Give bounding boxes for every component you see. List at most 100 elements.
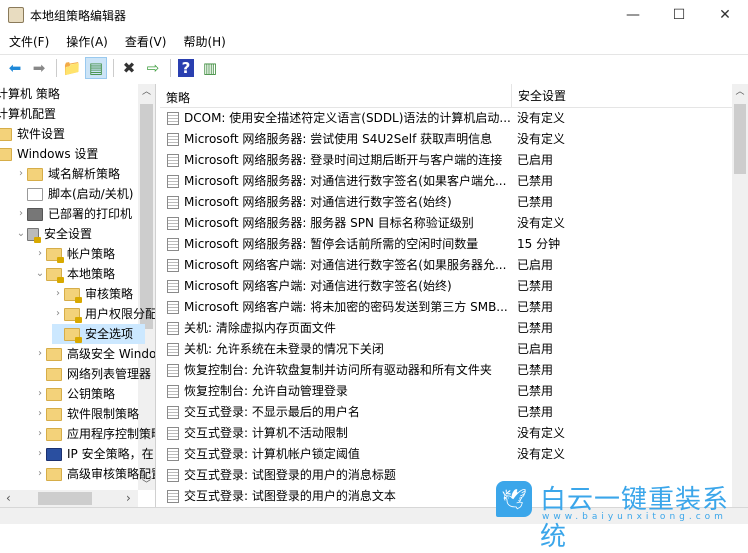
table-row[interactable]: Microsoft 网络客户端: 对通信进行数字签名(始终) 已禁用 <box>160 276 732 297</box>
tree-item[interactable]: › 应用程序控制策略 <box>34 424 155 444</box>
chevron-right-icon[interactable]: › <box>34 244 46 264</box>
list-vertical-scrollbar[interactable]: ︿ <box>732 84 748 507</box>
tree-item[interactable]: 软件设置 <box>0 124 65 144</box>
policy-name: Microsoft 网络服务器: 对通信进行数字签名(如果客户端允... <box>184 174 507 188</box>
tree-item-label: 计算机配置 <box>0 107 57 121</box>
tree-item[interactable]: › 审核策略 <box>52 284 133 304</box>
maximize-button[interactable]: ☐ <box>656 0 702 30</box>
tree-item[interactable]: 脚本(启动/关机) <box>15 184 133 204</box>
folder-icon <box>46 467 62 481</box>
chevron-right-icon[interactable]: › <box>15 204 27 224</box>
close-button[interactable]: ✕ <box>702 0 748 30</box>
table-row[interactable]: DCOM: 使用安全描述符定义语言(SDDL)语法的计算机启动... 没有定义 <box>160 108 732 129</box>
policy-setting: 已禁用 <box>517 174 554 188</box>
table-row[interactable]: Microsoft 网络服务器: 登录时间过期后断开与客户端的连接 已启用 <box>160 150 732 171</box>
menu-help[interactable]: 帮助(H) <box>174 32 233 52</box>
table-row[interactable]: 交互式登录: 计算机帐户锁定阈值 没有定义 <box>160 444 732 465</box>
tree-item[interactable]: › 已部署的打印机 <box>15 204 132 224</box>
folder-icon <box>27 167 43 181</box>
watermark-url: www.baiyunxitong.com <box>542 512 727 522</box>
table-row[interactable]: Microsoft 网络服务器: 对通信进行数字签名(如果客户端允... 已禁用 <box>160 171 732 192</box>
window-title: 本地组策略编辑器 <box>30 8 127 23</box>
chevron-down-icon[interactable]: ⌄ <box>34 264 46 284</box>
table-row[interactable]: 关机: 清除虚拟内存页面文件 已禁用 <box>160 318 732 339</box>
back-arrow-icon: ⬅ <box>8 58 22 77</box>
tree-item-label: 软件限制策略 <box>67 407 140 421</box>
table-row[interactable]: 恢复控制台: 允许软盘复制并访问所有驱动器和所有文件夹 已禁用 <box>160 360 732 381</box>
tree-item[interactable]: › 高级审核策略配置 <box>34 464 155 484</box>
tree-item[interactable]: › 高级安全 Windows <box>34 344 156 364</box>
forward-arrow-button[interactable]: ➡ <box>28 57 50 79</box>
table-row[interactable]: 交互式登录: 不显示最后的用户名 已禁用 <box>160 402 732 423</box>
table-row[interactable]: Microsoft 网络服务器: 服务器 SPN 目标名称验证级别 没有定义 <box>160 213 732 234</box>
column-header-policy[interactable]: 策略 <box>166 89 190 106</box>
chevron-down-icon[interactable]: ⌄ <box>15 224 27 244</box>
tree-item[interactable]: 计算机 策略 <box>0 84 60 104</box>
tree-item[interactable]: › 帐户策略 <box>34 244 115 264</box>
tree-item[interactable]: Windows 设置 <box>0 144 98 164</box>
show-hide-tree-button[interactable]: ▤ <box>85 56 107 79</box>
table-row[interactable]: 交互式登录: 计算机不活动限制 没有定义 <box>160 423 732 444</box>
column-header-setting[interactable]: 安全设置 <box>511 84 566 108</box>
tree-item[interactable]: 安全选项 <box>52 324 146 344</box>
tree-item[interactable]: › 用户权限分配 <box>52 304 155 324</box>
folder-icon <box>46 367 62 381</box>
list-scroll-thumb[interactable] <box>734 104 746 174</box>
table-row[interactable]: Microsoft 网络服务器: 对通信进行数字签名(始终) 已禁用 <box>160 192 732 213</box>
export-list-button[interactable]: ⇨ <box>142 57 164 79</box>
lockfolder-icon <box>46 267 64 283</box>
chevron-right-icon[interactable]: › <box>34 464 46 484</box>
table-row[interactable]: Microsoft 网络客户端: 将未加密的密码发送到第三方 SMB... 已禁用 <box>160 297 732 318</box>
chevron-right-icon[interactable]: › <box>34 444 46 464</box>
chevron-right-icon[interactable]: › <box>15 164 27 184</box>
table-row[interactable]: Microsoft 网络服务器: 尝试使用 S4U2Self 获取声明信息 没有定… <box>160 129 732 150</box>
tree-item[interactable]: › 软件限制策略 <box>34 404 139 424</box>
delete-button[interactable]: ✖ <box>118 57 140 79</box>
minimize-button[interactable]: — <box>610 0 656 30</box>
tree-item[interactable]: 网络列表管理器 <box>34 364 151 384</box>
scroll-left-arrow-icon[interactable]: ‹ <box>6 491 11 505</box>
help-button[interactable]: ? <box>175 57 197 79</box>
menu-action[interactable]: 操作(A) <box>57 32 116 52</box>
forward-arrow-icon: ➡ <box>32 58 46 77</box>
policy-setting: 已禁用 <box>517 195 554 209</box>
policy-icon <box>167 427 179 440</box>
tree-scroll-thumb[interactable] <box>140 104 153 329</box>
chevron-right-icon[interactable]: › <box>34 384 46 404</box>
scroll-up-arrow-icon[interactable]: ︿ <box>138 84 155 97</box>
up-folder-button[interactable]: 📁 <box>61 57 83 79</box>
policy-setting: 已禁用 <box>517 384 554 398</box>
chevron-right-icon[interactable]: › <box>52 284 64 304</box>
tree-item[interactable]: 计算机配置 <box>0 104 56 124</box>
table-row[interactable]: Microsoft 网络客户端: 对通信进行数字签名(如果服务器允... 已启用 <box>160 255 732 276</box>
chevron-right-icon[interactable]: › <box>34 344 46 364</box>
chevron-right-icon[interactable]: › <box>34 424 46 444</box>
policy-setting: 已启用 <box>517 342 554 356</box>
action-pane-button[interactable]: ▥ <box>199 57 221 79</box>
scroll-right-arrow-icon[interactable]: › <box>126 491 131 505</box>
tree-item[interactable]: › IP 安全策略，在 <box>34 444 154 464</box>
chevron-right-icon[interactable]: › <box>52 304 64 324</box>
table-row[interactable]: 恢复控制台: 允许自动管理登录 已禁用 <box>160 381 732 402</box>
policy-icon <box>167 301 179 314</box>
export-list-icon: ⇨ <box>146 58 160 77</box>
list-scroll-up-arrow-icon[interactable]: ︿ <box>732 84 748 97</box>
tree-horizontal-scrollbar[interactable]: ‹ › <box>0 490 138 507</box>
tree-item-label: 已部署的打印机 <box>48 207 133 221</box>
tree-item[interactable]: › 公钥策略 <box>34 384 115 404</box>
table-row[interactable]: 关机: 允许系统在未登录的情况下关闭 已启用 <box>160 339 732 360</box>
back-arrow-button[interactable]: ⬅ <box>4 57 26 79</box>
tree-item[interactable]: ⌄ 安全设置 <box>15 224 92 244</box>
menu-file[interactable]: 文件(F) <box>0 32 57 52</box>
tree-item[interactable]: ⌄ 本地策略 <box>34 264 115 284</box>
menu-view[interactable]: 查看(V) <box>116 32 175 52</box>
chevron-right-icon[interactable]: › <box>34 404 46 424</box>
tree-item[interactable]: › 域名解析策略 <box>15 164 120 184</box>
folder-icon <box>46 427 62 441</box>
watermark-logo: 🕊 白云一键重装系统 www.baiyunxitong.com <box>496 481 748 552</box>
tree-item-label: 帐户策略 <box>67 247 116 261</box>
tree-hscroll-thumb[interactable] <box>38 492 92 505</box>
tree-item-label: 高级安全 Windows <box>67 347 156 361</box>
table-row[interactable]: Microsoft 网络服务器: 暂停会话前所需的空闲时间数量 15 分钟 <box>160 234 732 255</box>
ipsec-icon <box>46 447 62 461</box>
